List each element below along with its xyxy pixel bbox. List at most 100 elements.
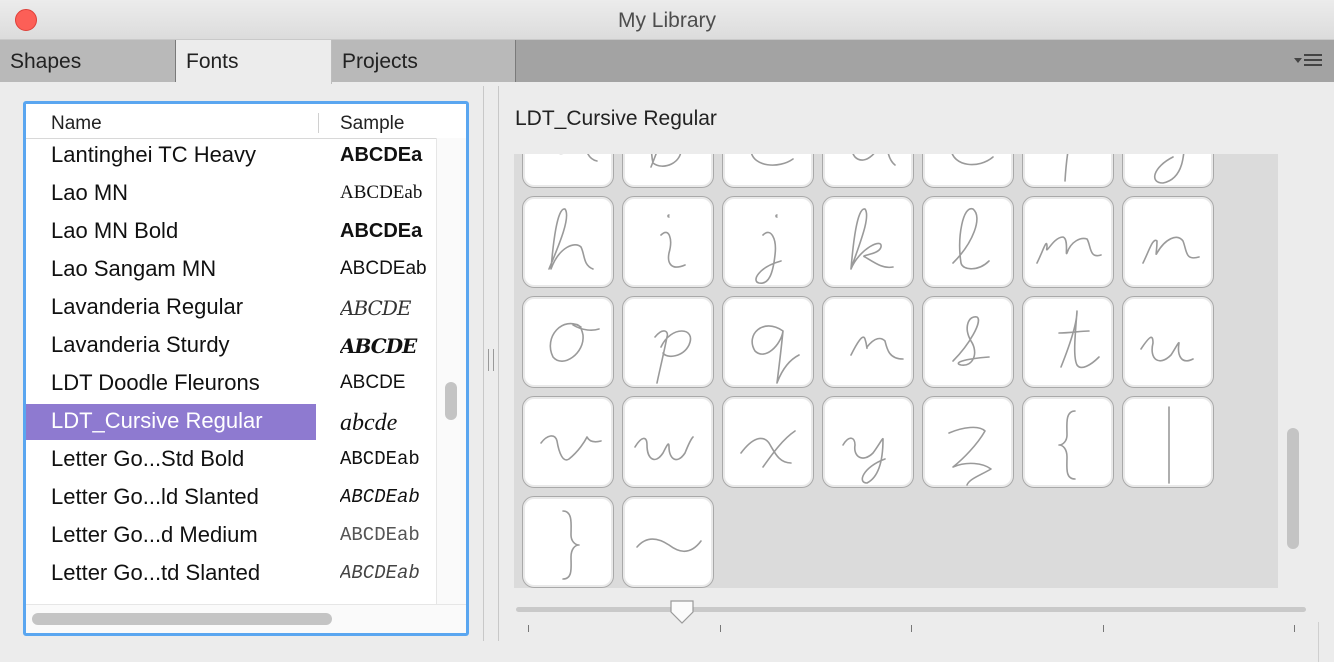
glyph-cell[interactable]: [922, 296, 1014, 388]
slider-tick: [719, 625, 721, 632]
glyph-scrollbar[interactable]: [1284, 154, 1304, 558]
font-list-row[interactable]: LDT Doodle Fleurons ABCDE: [26, 366, 436, 402]
font-list-row[interactable]: Lao Sangam MN ABCDEab: [26, 252, 436, 288]
glyph-cell[interactable]: [1022, 296, 1114, 388]
font-list-row[interactable]: Lantinghei TC Heavy ABCDEa: [26, 138, 436, 174]
font-list[interactable]: Name Sample Lantinghei TC Heavy ABCDEa Lao…: [23, 101, 469, 636]
glyph-b: [650, 154, 682, 168]
list-vertical-scrollbar[interactable]: [436, 138, 466, 604]
glyph-cell[interactable]: [922, 154, 1014, 188]
font-name: LDT_Cursive Regular: [51, 408, 263, 433]
glyph-q: [751, 325, 800, 384]
font-list-row[interactable]: Letter Go...ld Slanted ABCDEab: [26, 480, 436, 516]
glyph-j: [755, 214, 782, 284]
glyph-cell[interactable]: [1122, 396, 1214, 488]
list-menu-icon[interactable]: [1294, 50, 1326, 72]
list-horizontal-scrollbar[interactable]: [26, 604, 466, 633]
slider-tick: [1294, 625, 1295, 632]
tab-strip: Shapes Fonts Projects: [0, 40, 1334, 84]
glyph-cell[interactable]: [722, 154, 814, 188]
glyph-cell[interactable]: [622, 196, 714, 288]
glyph-e: [951, 154, 994, 166]
font-sample: ABCDEab: [340, 448, 420, 470]
tab-shapes[interactable]: Shapes: [0, 40, 176, 82]
glyph-cell[interactable]: [1022, 396, 1114, 488]
slider-knob-icon[interactable]: [668, 599, 696, 625]
glyph-cell[interactable]: [1122, 296, 1214, 388]
glyph-h: [548, 208, 594, 270]
glyph-cell[interactable]: [622, 496, 714, 588]
glyph-cell[interactable]: [822, 196, 914, 288]
glyph-cell[interactable]: [922, 396, 1014, 488]
glyph-cell[interactable]: [1022, 154, 1114, 188]
glyph-grid[interactable]: [514, 154, 1278, 588]
glyph-cell[interactable]: [722, 296, 814, 388]
font-list-row[interactable]: Letter Go...Std Bold ABCDEab: [26, 442, 436, 478]
glyph-a: [559, 154, 598, 162]
preview-font-name: LDT_Cursive Regular: [515, 107, 717, 130]
font-name: LDT Doodle Fleurons: [51, 370, 260, 395]
font-name: Lao MN: [51, 180, 129, 205]
glyph-z: [948, 426, 992, 486]
glyph-u: [1140, 336, 1194, 362]
tab-projects[interactable]: Projects: [332, 40, 516, 82]
font-list-row[interactable]: Letter Go...td Slanted ABCDEab: [26, 556, 436, 592]
splitter-grip-icon[interactable]: [488, 349, 494, 371]
glyph-cell[interactable]: [622, 396, 714, 488]
font-name: Lantinghei TC Heavy: [51, 142, 257, 167]
glyph-c: [751, 154, 794, 166]
glyph-~: [636, 538, 702, 553]
list-header: Name Sample: [26, 104, 466, 139]
font-sample: ABCDEab: [340, 258, 427, 279]
glyph-cell[interactable]: [522, 396, 614, 488]
glyph-scroll-thumb[interactable]: [1287, 427, 1299, 549]
font-list-row[interactable]: Lavanderia Regular ABCDE: [26, 290, 436, 326]
font-list-row[interactable]: LDT_Cursive Regular abcde: [26, 404, 436, 440]
font-list-row[interactable]: Letter Go...d Medium ABCDEab: [26, 518, 436, 554]
column-header-name[interactable]: Name: [51, 113, 102, 135]
font-name: Letter Go...ld Slanted: [51, 484, 259, 509]
glyph-cell[interactable]: [822, 296, 914, 388]
column-header-sample[interactable]: Sample: [340, 113, 404, 135]
glyph-cell[interactable]: [522, 296, 614, 388]
font-name: Lao MN Bold: [51, 218, 179, 243]
glyph-cell[interactable]: [522, 496, 614, 588]
font-list-row[interactable]: Lavanderia Sturdy ABCDE: [26, 328, 436, 364]
font-sample: ABCDEab: [340, 486, 420, 508]
font-sample: abcde: [340, 410, 398, 436]
slider-tick: [911, 625, 912, 632]
glyph-cell[interactable]: [922, 196, 1014, 288]
panel-splitter[interactable]: [480, 86, 502, 641]
glyph-cell[interactable]: [622, 154, 714, 188]
font-list-row[interactable]: Lao MN Bold ABCDEa: [26, 214, 436, 250]
glyph-cell[interactable]: [722, 396, 814, 488]
list-horizontal-scroll-thumb[interactable]: [32, 613, 332, 625]
font-list-row[interactable]: Lao MN ABCDEab: [26, 176, 436, 212]
glyph-cell[interactable]: [1122, 196, 1214, 288]
glyph-cell[interactable]: [1122, 154, 1214, 188]
list-vertical-scroll-thumb[interactable]: [445, 382, 457, 420]
font-sample: ABCDE: [340, 296, 411, 320]
glyph-k: [850, 208, 894, 270]
glyph-cell[interactable]: [522, 154, 614, 188]
slider-tick: [528, 625, 529, 632]
glyph-cell[interactable]: [822, 154, 914, 188]
glyph-l: [952, 208, 990, 270]
glyph-{: [1058, 410, 1076, 480]
column-divider[interactable]: [318, 113, 319, 133]
glyph-cell[interactable]: [822, 396, 914, 488]
font-name: Lavanderia Regular: [51, 294, 244, 319]
glyph-|: [1168, 406, 1170, 484]
glyph-n: [1142, 236, 1200, 264]
glyph-g: [1153, 154, 1185, 184]
font-name: Letter Go...Std Bold: [51, 446, 245, 471]
glyph-cell[interactable]: [522, 196, 614, 288]
glyph-cell[interactable]: [1022, 196, 1114, 288]
glyph-cell[interactable]: [622, 296, 714, 388]
font-name: Letter Go...d Medium: [51, 522, 258, 547]
glyph-w: [634, 436, 694, 461]
tab-fonts[interactable]: Fonts: [176, 40, 332, 84]
glyph-cell[interactable]: [722, 196, 814, 288]
font-sample: ABCDEab: [340, 182, 423, 203]
glyph-size-slider[interactable]: [516, 600, 1306, 624]
